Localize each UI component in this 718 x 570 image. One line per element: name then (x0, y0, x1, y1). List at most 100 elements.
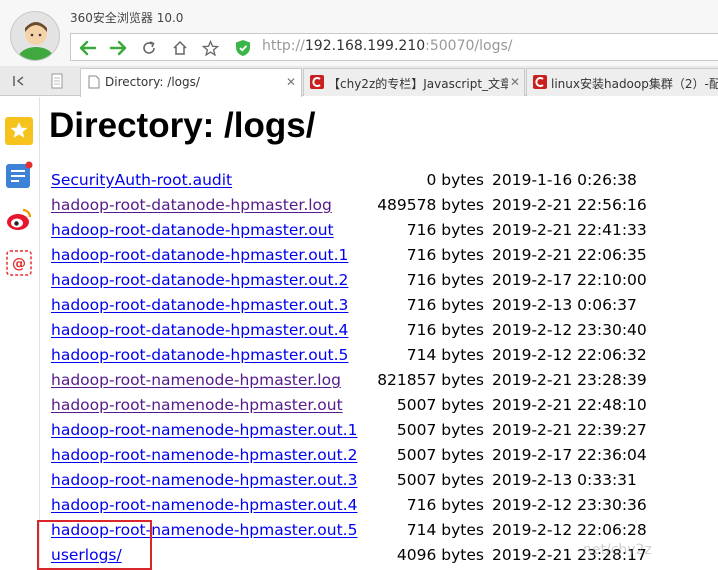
avatar-icon (11, 12, 59, 60)
file-size: 716 bytes (406, 321, 484, 339)
file-date: 2019-2-21 22:48:10 (492, 396, 647, 414)
file-row: hadoop-root-datanode-hpmaster.out.4 716 b… (51, 321, 651, 346)
file-link[interactable]: hadoop-root-namenode-hpmaster.out.2 (51, 446, 357, 464)
file-row: hadoop-root-namenode-hpmaster.out.4 716 b… (51, 496, 651, 521)
back-arrow-icon (79, 40, 97, 56)
star-icon (201, 39, 219, 56)
file-link[interactable]: hadoop-root-namenode-hpmaster.log (51, 371, 341, 389)
file-link[interactable]: hadoop-root-datanode-hpmaster.out.3 (51, 296, 348, 314)
file-date: 2019-2-12 23:30:40 (492, 321, 647, 339)
email-icon: @ (6, 250, 32, 276)
document-icon (88, 75, 100, 89)
collapse-left-icon (13, 76, 24, 86)
tab-chy2z-column[interactable]: 【chy2z的专栏】Javascript_文章 ✕ (303, 68, 525, 96)
file-date: 2019-2-17 22:36:04 (492, 446, 647, 464)
file-link[interactable]: hadoop-root-namenode-hpmaster.out.1 (51, 421, 357, 439)
app-title: 360安全浏览器 10.0 (70, 11, 184, 25)
url-scheme: http:// (262, 38, 305, 54)
file-link[interactable]: hadoop-root-datanode-hpmaster.out.1 (51, 246, 348, 264)
page-icon (51, 73, 63, 89)
tab-label: linux安装hadoop集群（2）-配 (551, 77, 718, 91)
file-size: 5007 bytes (396, 396, 484, 414)
file-row: hadoop-root-datanode-hpmaster.out.2 716 b… (51, 271, 651, 296)
file-size: 489578 bytes (377, 196, 484, 214)
file-date: 2019-2-12 23:30:36 (492, 496, 647, 514)
sidebar-weibo-button[interactable] (5, 205, 33, 233)
sidebar-favorites-button[interactable] (5, 117, 33, 145)
file-row: hadoop-root-namenode-hpmaster.out.2 5007 … (51, 446, 651, 471)
file-date: 2019-2-21 23:28:39 (492, 371, 647, 389)
user-avatar[interactable] (10, 11, 60, 61)
forward-button[interactable] (107, 37, 129, 59)
back-button[interactable] (77, 37, 99, 59)
csdn-logo-icon (533, 75, 547, 89)
file-link[interactable]: hadoop-root-datanode-hpmaster.out.2 (51, 271, 348, 289)
file-row: hadoop-root-namenode-hpmaster.out.1 5007 … (51, 421, 651, 446)
file-size: 716 bytes (406, 496, 484, 514)
url-path: :50070/logs/ (425, 38, 513, 54)
file-size: 714 bytes (406, 521, 484, 539)
file-date: 2019-2-21 22:39:27 (492, 421, 647, 439)
csdn-logo-icon (310, 75, 324, 89)
svg-text:@: @ (12, 256, 26, 272)
file-link[interactable]: hadoop-root-datanode-hpmaster.out.5 (51, 346, 348, 364)
file-row: hadoop-root-datanode-hpmaster.out 716 byt… (51, 221, 651, 246)
file-row: hadoop-root-datanode-hpmaster.out.3 716 b… (51, 296, 651, 321)
file-size: 714 bytes (406, 346, 484, 364)
file-date: 2019-2-21 22:41:33 (492, 221, 647, 239)
file-link[interactable]: hadoop-root-datanode-hpmaster.out (51, 221, 334, 239)
watermark: net/chy2z (583, 542, 652, 558)
tab-close-icon[interactable]: ✕ (510, 75, 520, 89)
reload-button[interactable] (138, 37, 160, 59)
home-button[interactable] (169, 37, 191, 59)
address-bar[interactable]: http://192.168.199.210:50070/logs/ (262, 38, 512, 54)
file-date: 2019-2-21 22:06:35 (492, 246, 647, 264)
shield-icon (236, 40, 250, 56)
file-link[interactable]: hadoop-root-namenode-hpmaster.out.3 (51, 471, 357, 489)
sidebar-toggle-button[interactable] (10, 72, 28, 90)
tab-list-button[interactable] (48, 72, 66, 90)
security-indicator[interactable] (232, 37, 254, 59)
file-date: 2019-2-12 22:06:32 (492, 346, 647, 364)
tab-label: 【chy2z的专栏】Javascript_文章 (328, 77, 508, 91)
file-size: 716 bytes (406, 296, 484, 314)
tab-strip: Directory: /logs/ ✕ 【chy2z的专栏】Javascript… (0, 66, 718, 97)
file-date: 2019-2-17 22:10:00 (492, 271, 647, 289)
file-date: 2019-2-13 0:06:37 (492, 296, 637, 314)
sidebar-apps-button[interactable] (5, 161, 33, 189)
file-link[interactable]: SecurityAuth-root.audit (51, 171, 232, 189)
file-size: 716 bytes (406, 246, 484, 264)
tab-linux-hadoop[interactable]: linux安装hadoop集群（2）-配 (526, 68, 718, 96)
url-host: 192.168.199.210 (304, 38, 426, 54)
file-row: hadoop-root-datanode-hpmaster.out.1 716 b… (51, 246, 651, 271)
sidebar-email-button[interactable]: @ (5, 249, 33, 277)
file-size: 716 bytes (406, 271, 484, 289)
file-size: 5007 bytes (396, 471, 484, 489)
highlight-annotation-box (37, 520, 152, 570)
page-title: Directory: /logs/ (49, 106, 316, 145)
file-row: hadoop-root-datanode-hpmaster.out.5 714 b… (51, 346, 651, 371)
file-date: 2019-2-21 22:56:16 (492, 196, 647, 214)
left-sidebar: @ (0, 97, 40, 570)
file-row: hadoop-root-namenode-hpmaster.log 821857 … (51, 371, 651, 396)
tab-label: Directory: /logs/ (105, 75, 200, 89)
file-link[interactable]: hadoop-root-datanode-hpmaster.log (51, 196, 332, 214)
file-link[interactable]: hadoop-root-namenode-hpmaster.out (51, 396, 343, 414)
file-link[interactable]: hadoop-root-datanode-hpmaster.out.4 (51, 321, 348, 339)
file-row: hadoop-root-datanode-hpmaster.log 489578 … (51, 196, 651, 221)
file-link[interactable]: hadoop-root-namenode-hpmaster.out.4 (51, 496, 357, 514)
browser-topbar: 360安全浏览器 10.0 http://192.168.199.210:500… (0, 0, 718, 66)
forward-arrow-icon (109, 40, 127, 56)
file-row: SecurityAuth-root.audit 0 bytes 2019-1-16 … (51, 171, 651, 196)
file-size: 4096 bytes (396, 546, 484, 564)
favorite-button[interactable] (199, 37, 221, 59)
reload-icon (143, 41, 155, 54)
app-grid-icon (6, 161, 33, 188)
file-size: 5007 bytes (396, 446, 484, 464)
file-size: 0 bytes (426, 171, 485, 189)
tab-directory-logs[interactable]: Directory: /logs/ ✕ (80, 68, 302, 97)
file-size: 821857 bytes (377, 371, 484, 389)
file-size: 716 bytes (406, 221, 484, 239)
weibo-icon (7, 208, 32, 230)
tab-close-icon[interactable]: ✕ (286, 75, 296, 89)
